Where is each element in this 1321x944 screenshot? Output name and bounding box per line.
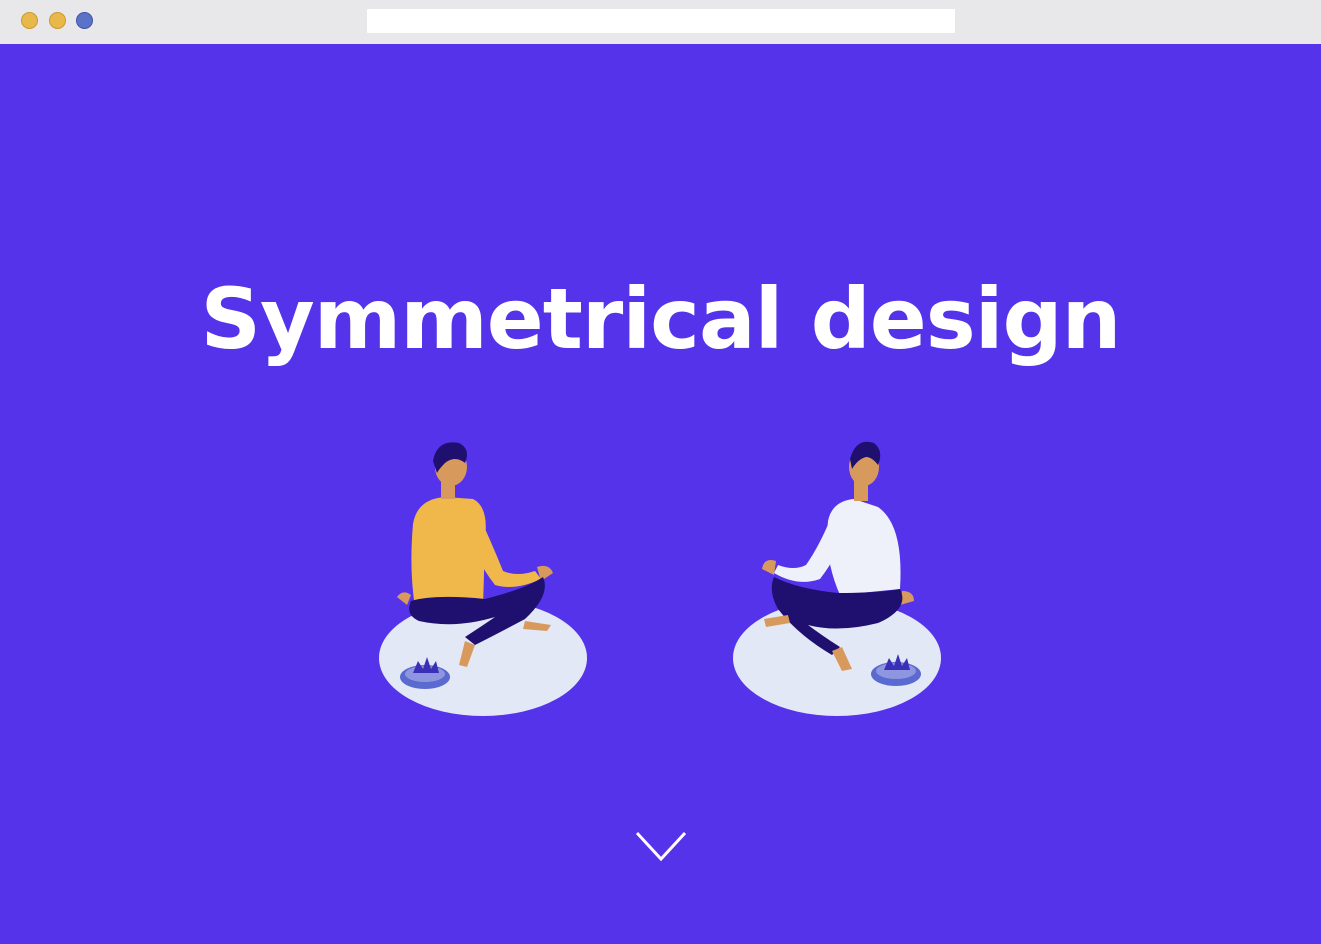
page-title: Symmetrical design [200, 270, 1122, 368]
address-bar[interactable] [367, 9, 955, 33]
window-close-dot[interactable] [21, 12, 38, 29]
hero-section: Symmetrical design [0, 44, 1321, 944]
window-minimize-dot[interactable] [49, 12, 66, 29]
window-maximize-dot[interactable] [76, 12, 93, 29]
browser-toolbar [0, 0, 1321, 44]
chevron-down-icon[interactable] [634, 830, 688, 864]
meditating-person-left [379, 442, 587, 716]
meditating-person-right [733, 441, 941, 716]
